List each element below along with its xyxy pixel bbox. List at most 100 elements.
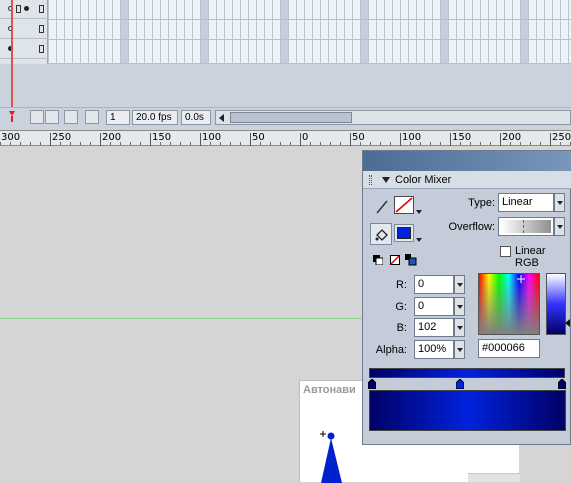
scroll-left-icon[interactable] (219, 114, 224, 122)
brightness-arrow-icon[interactable] (565, 319, 570, 327)
pencil-icon (376, 200, 388, 214)
stroke-swatch[interactable] (394, 196, 414, 214)
onion-outline-button[interactable] (64, 110, 78, 124)
gradient-stop[interactable] (558, 379, 566, 389)
playhead-marker-icon (9, 111, 15, 122)
ruler-tick (300, 133, 301, 146)
center-frame-button[interactable] (30, 110, 44, 124)
frame-grid[interactable] (48, 0, 571, 64)
ruler-tick (100, 133, 101, 146)
ruler-label: 250 (52, 132, 72, 143)
guide-line[interactable] (0, 318, 362, 319)
ruler-tick (200, 133, 201, 146)
layer-row[interactable] (0, 0, 48, 19)
alpha-input[interactable]: 100% (414, 340, 454, 359)
overflow-marker (523, 220, 524, 233)
fps-field[interactable]: 20.0 fps (132, 110, 178, 125)
layer-row[interactable] (0, 40, 48, 59)
color-mixer-panel: Color Mixer Type: Linear Overflow: Linea… (362, 150, 571, 445)
gradient-preview (369, 390, 566, 431)
ruler-tick (350, 133, 351, 146)
gradient-stop[interactable] (456, 379, 464, 389)
stroke-dropdown-icon[interactable] (416, 210, 422, 214)
ruler-label: 50 (352, 132, 365, 143)
ruler-label: 200 (102, 132, 122, 143)
panel-dock-bar[interactable] (363, 151, 571, 171)
gradient-stop[interactable] (368, 379, 376, 389)
horizontal-ruler: 300 250 200 150 100 50 0 50 100 150 200 … (0, 130, 571, 146)
stroke-color-tool[interactable] (371, 195, 393, 217)
color-spectrum[interactable] (478, 273, 540, 335)
g-input[interactable]: 0 (414, 297, 454, 316)
b-label: B: (396, 322, 407, 334)
alpha-slider-arrow[interactable] (454, 340, 465, 359)
overflow-select[interactable] (498, 217, 554, 236)
layer-row[interactable] (0, 20, 48, 39)
swap-colors-icon[interactable] (405, 254, 417, 266)
timeline-panel: 1 20.0 fps 0.0s (0, 0, 571, 130)
outline-icon[interactable] (39, 45, 44, 53)
ruler-label: 200 (502, 132, 522, 143)
ruler-label: 50 (252, 132, 265, 143)
ruler-tick (250, 133, 251, 146)
ruler-tick (50, 133, 51, 146)
overflow-label: Overflow: (448, 221, 495, 233)
elapsed-time-field: 0.0s (181, 110, 211, 125)
frame-row-divider (48, 63, 571, 64)
layer-list (0, 0, 48, 64)
panel-title: Color Mixer (395, 174, 452, 186)
ruler-tick (450, 133, 451, 146)
paint-bucket-icon (375, 229, 388, 241)
b-slider-arrow[interactable] (454, 318, 465, 337)
onion-skin-button[interactable] (45, 110, 59, 124)
no-color-button[interactable] (390, 255, 400, 265)
frame-row-divider (48, 39, 571, 40)
linear-rgb-checkbox[interactable] (500, 246, 511, 257)
ruler-tick (500, 133, 501, 146)
cone-shape[interactable] (320, 431, 344, 483)
fill-dropdown-icon[interactable] (416, 238, 422, 242)
g-label: G: (395, 301, 407, 313)
overflow-dropdown-arrow[interactable] (554, 217, 565, 236)
collapse-icon[interactable] (382, 177, 390, 183)
ruler-label: 100 (202, 132, 222, 143)
alpha-label: Alpha: (375, 344, 407, 356)
overflow-preview (501, 220, 551, 233)
gray-shape[interactable] (468, 473, 520, 482)
timeline-toolbar: 1 20.0 fps 0.0s (0, 107, 571, 127)
type-label: Type: (468, 197, 495, 209)
type-dropdown-arrow[interactable] (554, 193, 565, 212)
outline-icon[interactable] (39, 5, 44, 13)
scrollbar-thumb[interactable] (230, 112, 352, 123)
timeline-scrollbar[interactable] (215, 110, 571, 125)
b-input[interactable]: 102 (414, 318, 454, 337)
fill-swatch[interactable] (394, 224, 414, 242)
black-white-icon[interactable] (373, 255, 384, 266)
current-frame-field: 1 (106, 110, 130, 125)
ruler-tick (550, 133, 551, 146)
spectrum-crosshair-icon (517, 274, 525, 283)
ruler-label: 100 (402, 132, 422, 143)
brightness-slider[interactable] (546, 273, 566, 335)
type-select[interactable]: Linear (498, 193, 554, 212)
grip-icon[interactable] (369, 175, 372, 185)
hex-input[interactable]: #000066 (478, 339, 540, 358)
outline-icon[interactable] (39, 25, 44, 33)
keyframe-icon (24, 6, 29, 11)
ruler-label: 0 (302, 132, 309, 143)
fill-swatch-color (397, 227, 411, 239)
ruler-tick (150, 133, 151, 146)
r-input[interactable]: 0 (414, 275, 454, 294)
r-slider-arrow[interactable] (454, 275, 465, 294)
ruler-label: 250 (552, 132, 571, 143)
artboard-title: Автонави (303, 384, 356, 396)
fill-color-tool[interactable] (370, 223, 392, 245)
g-slider-arrow[interactable] (454, 297, 465, 316)
lock-icon[interactable] (16, 5, 21, 13)
ruler-tick (400, 133, 401, 146)
panel-header[interactable]: Color Mixer (363, 171, 571, 189)
gradient-definition-bar[interactable] (369, 368, 565, 378)
ruler-label: 300 (1, 132, 21, 143)
r-label: R: (396, 279, 407, 291)
edit-multiple-frames-button[interactable] (85, 110, 99, 124)
